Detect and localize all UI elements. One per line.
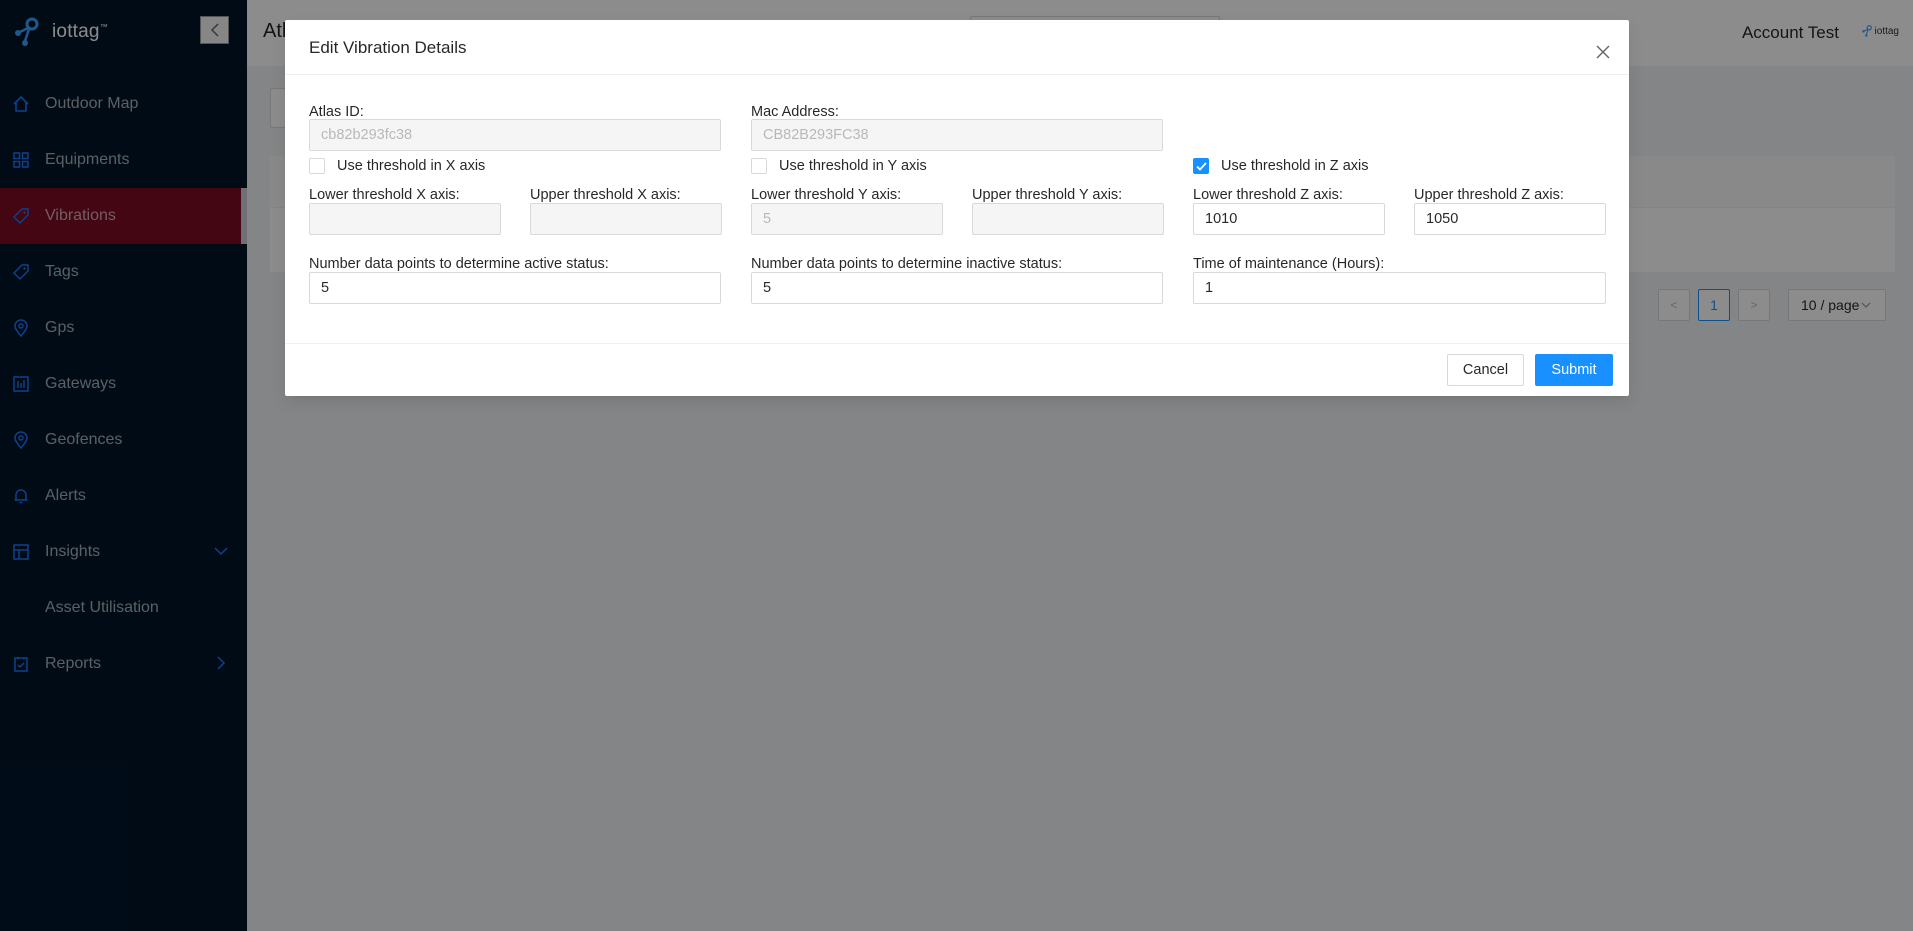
upper-threshold-z-label: Upper threshold Z axis: [1414, 187, 1564, 203]
upper-threshold-y-label: Upper threshold Y axis: [972, 187, 1123, 203]
atlas-id-label: Atlas ID: [309, 104, 364, 120]
lower-threshold-x-input[interactable] [309, 203, 501, 235]
upper-threshold-y-input[interactable] [972, 203, 1164, 235]
maintenance-time-input[interactable]: 1 [1193, 272, 1606, 304]
lower-threshold-x-label: Lower threshold X axis: [309, 187, 460, 203]
lower-threshold-z-label: Lower threshold Z axis: [1193, 187, 1343, 203]
checkbox-box[interactable] [1193, 158, 1209, 174]
active-points-input[interactable]: 5 [309, 272, 721, 304]
modal-close-button[interactable] [1593, 42, 1613, 62]
inactive-points-label: Number data points to determine inactive… [751, 256, 1063, 272]
checkbox-label: Use threshold in Y axis [779, 158, 927, 174]
lower-threshold-z-input[interactable]: 1010 [1193, 203, 1385, 235]
modal-title: Edit Vibration Details [309, 38, 467, 57]
checkbox-box[interactable] [309, 158, 325, 174]
lower-threshold-y-input[interactable]: 5 [751, 203, 943, 235]
edit-vibration-modal: Edit Vibration Details Atlas ID: cb82b29… [285, 20, 1629, 396]
mac-address-input[interactable]: CB82B293FC38 [751, 119, 1163, 151]
modal-footer: Cancel Submit [285, 343, 1629, 396]
close-icon [1596, 45, 1610, 59]
use-threshold-x-checkbox[interactable]: Use threshold in X axis [309, 158, 485, 174]
use-threshold-z-checkbox[interactable]: Use threshold in Z axis [1193, 158, 1368, 174]
use-threshold-y-checkbox[interactable]: Use threshold in Y axis [751, 158, 927, 174]
check-icon [1195, 161, 1207, 171]
atlas-id-input[interactable]: cb82b293fc38 [309, 119, 721, 151]
modal-header: Edit Vibration Details [285, 20, 1629, 75]
modal-body: Atlas ID: cb82b293fc38 Mac Address: CB82… [285, 75, 1629, 344]
checkbox-box[interactable] [751, 158, 767, 174]
upper-threshold-z-input[interactable]: 1050 [1414, 203, 1606, 235]
checkbox-label: Use threshold in X axis [337, 158, 486, 174]
upper-threshold-x-input[interactable] [530, 203, 722, 235]
lower-threshold-y-label: Lower threshold Y axis: [751, 187, 902, 203]
inactive-points-input[interactable]: 5 [751, 272, 1163, 304]
upper-threshold-x-label: Upper threshold X axis: [530, 187, 681, 203]
active-points-label: Number data points to determine active s… [309, 256, 609, 272]
cancel-button[interactable]: Cancel [1447, 354, 1524, 386]
checkbox-label: Use threshold in Z axis [1221, 158, 1369, 174]
submit-button[interactable]: Submit [1535, 354, 1613, 386]
maintenance-time-label: Time of maintenance (Hours): [1193, 256, 1385, 272]
mac-address-label: Mac Address: [751, 104, 839, 120]
